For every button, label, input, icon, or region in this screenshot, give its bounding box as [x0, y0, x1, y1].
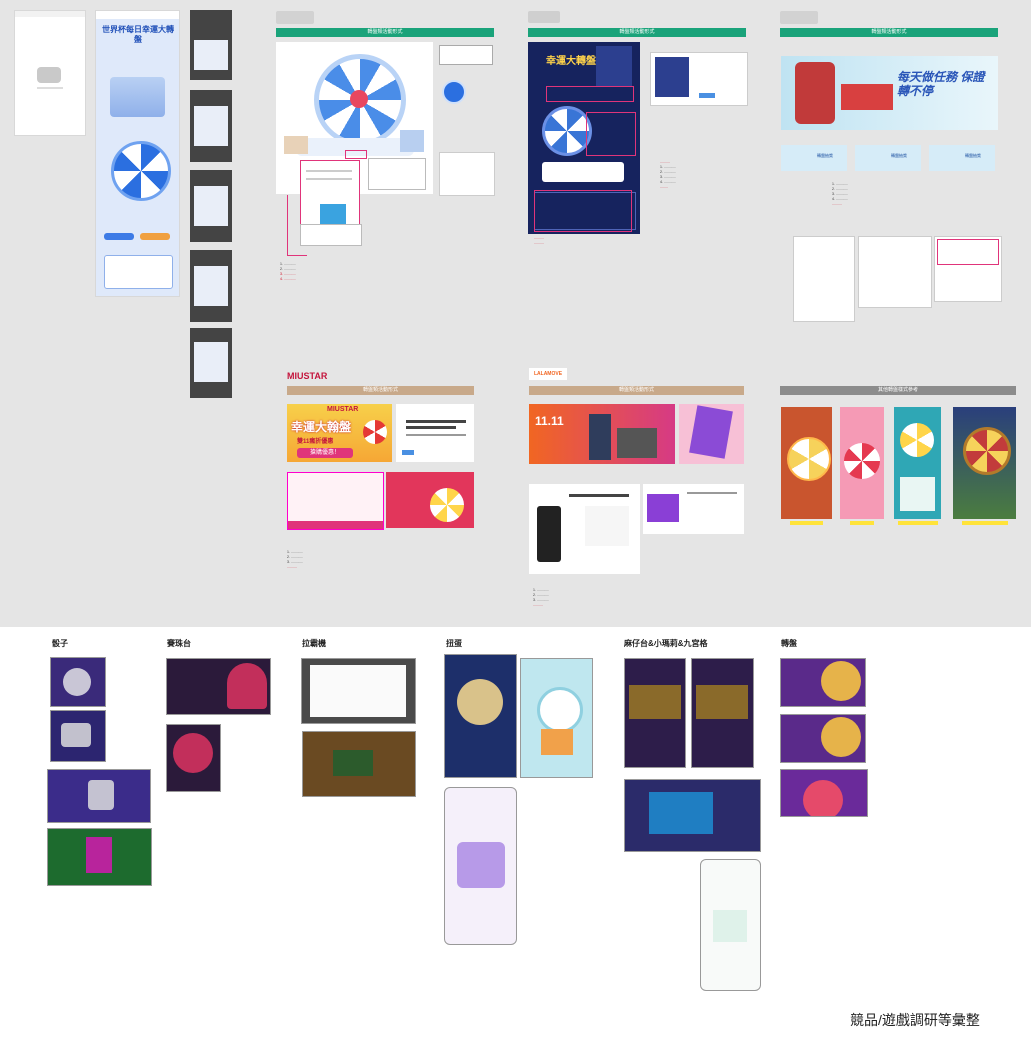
mahjong-screenshot — [700, 859, 761, 991]
hero-slogan: 每天做任務 保證轉不停 — [897, 70, 985, 98]
lalamove-phone-promo — [679, 404, 744, 464]
marble-screenshot — [166, 658, 271, 715]
annotation-notes: 1. ............ 2. ............ 3. .....… — [832, 182, 848, 206]
mahjong-screenshot — [624, 658, 686, 768]
dice-screenshot — [47, 828, 152, 886]
brand-logo-placeholder — [780, 11, 818, 24]
side-screenshot — [650, 52, 748, 106]
brand-logo-placeholder — [528, 11, 560, 23]
highlight-box — [937, 239, 999, 265]
dice-screenshot — [50, 710, 106, 762]
highlight-box — [534, 190, 632, 232]
poster-title: 幸運大轉盤 — [546, 56, 596, 67]
tile: 轉盤抽獎 — [781, 145, 847, 171]
dice-screenshot — [50, 657, 106, 707]
section-banner-miustar: 轉盤類活動形式 — [287, 386, 474, 395]
ref-caption — [790, 521, 823, 525]
phone-mockup-blank — [14, 10, 86, 136]
wheel-graphic — [542, 106, 592, 156]
ref-wheel-2 — [840, 407, 884, 519]
ref-caption — [850, 521, 874, 525]
phone-title: 世界杯每日幸運大轉盤 — [102, 25, 174, 44]
highlight-box — [546, 86, 634, 102]
section-title-dice: 骰子 — [52, 639, 68, 648]
section-title-gacha: 扭蛋 — [446, 639, 462, 648]
slot-screenshot — [302, 731, 416, 797]
gacha-screenshot — [520, 658, 593, 778]
table-screenshot — [793, 236, 855, 322]
mahjong-screenshot — [624, 779, 761, 852]
section-title-wheel: 轉盤 — [781, 639, 797, 648]
green-hero-banner: 每天做任務 保證轉不停 — [781, 56, 998, 130]
phone-mockup-worldcup: 世界杯每日幸運大轉盤 — [95, 10, 180, 297]
miustar-poster: MIUSTAR 幸運大翰盤 雙11瘋折優惠 搶購優惠！ — [287, 404, 392, 462]
ref-wheel-3 — [894, 407, 941, 519]
annotation-notes: .......... .......... — [534, 236, 544, 245]
lalamove-page — [643, 484, 744, 534]
section-banner-green: 轉盤類活動形式 — [780, 28, 998, 37]
side-wheel-thumb — [442, 80, 466, 104]
game-research-area: 骰子 賽珠台 拉霸機 扭蛋 麻仔台&小瑪莉&九宮格 轉盤 競品/遊戲調研等彙整 — [0, 627, 1031, 1040]
ref-caption — [898, 521, 938, 525]
wheel-screenshot — [780, 769, 868, 817]
design-board: 世界杯每日幸運大轉盤 轉盤類活動形式 1. ............ 2. ..… — [0, 0, 1031, 627]
brand-logo-placeholder — [276, 11, 314, 24]
mahjong-screenshot — [691, 658, 754, 768]
ref-caption — [962, 521, 1008, 525]
tile: 轉盤抽獎 — [855, 145, 921, 171]
wheel-screenshot — [780, 714, 866, 763]
wheel-screenshot — [780, 658, 866, 707]
annotation-notes: 1. ............ 2. ............ 3. .....… — [280, 262, 296, 281]
section-banner-lalamove: 轉盤類活動形式 — [529, 386, 744, 395]
miustar-article — [396, 404, 474, 462]
dice-screenshot — [47, 769, 151, 823]
miustar-logo: MIUSTAR — [287, 371, 328, 381]
tile-row: 轉盤抽獎 轉盤抽獎 轉盤抽獎 — [781, 145, 998, 171]
side-screenshot — [439, 45, 493, 65]
lalamove-logo: LALAMOVE — [529, 368, 567, 380]
highlight-box — [345, 150, 367, 159]
section-title-slot: 拉霸機 — [302, 639, 326, 648]
annotation-notes: 1. ............ 2. ............ 3. .....… — [287, 550, 303, 569]
section-title-mahjong: 麻仔台&小瑪莉&九宮格 — [624, 639, 708, 648]
section-banner-navy: 轉盤類活動形式 — [528, 28, 746, 37]
footer-caption: 競品/遊戲調研等彙整 — [850, 1012, 980, 1028]
miustar-wheel-banner — [386, 472, 474, 528]
section-banner-other: 其他轉盤樣式參考 — [780, 386, 1016, 395]
lalamove-poster: 11.11 — [529, 404, 675, 464]
marble-screenshot — [166, 724, 221, 792]
wheel-graphic — [111, 141, 171, 201]
trophy-icon — [37, 67, 61, 83]
table-screenshot — [858, 236, 932, 308]
ref-wheel-1 — [781, 407, 832, 519]
phone-stack — [190, 10, 232, 398]
ref-wheel-4 — [953, 407, 1016, 519]
highlight-box — [586, 112, 636, 156]
gacha-screenshot — [444, 787, 517, 945]
miustar-form — [287, 472, 384, 530]
section-title-marble: 賽珠台 — [167, 639, 191, 648]
annotation-notes: .......... 1. ............ 2. ..........… — [660, 160, 676, 189]
rules-table — [300, 224, 362, 246]
annotation-notes: 1. ............ 2. ............ 3. .....… — [533, 588, 549, 607]
section-banner-blue: 轉盤類活動形式 — [276, 28, 494, 37]
tile: 轉盤抽獎 — [929, 145, 995, 171]
lalamove-page — [529, 484, 640, 574]
gacha-screenshot — [444, 654, 517, 778]
slot-screenshot — [301, 658, 416, 724]
